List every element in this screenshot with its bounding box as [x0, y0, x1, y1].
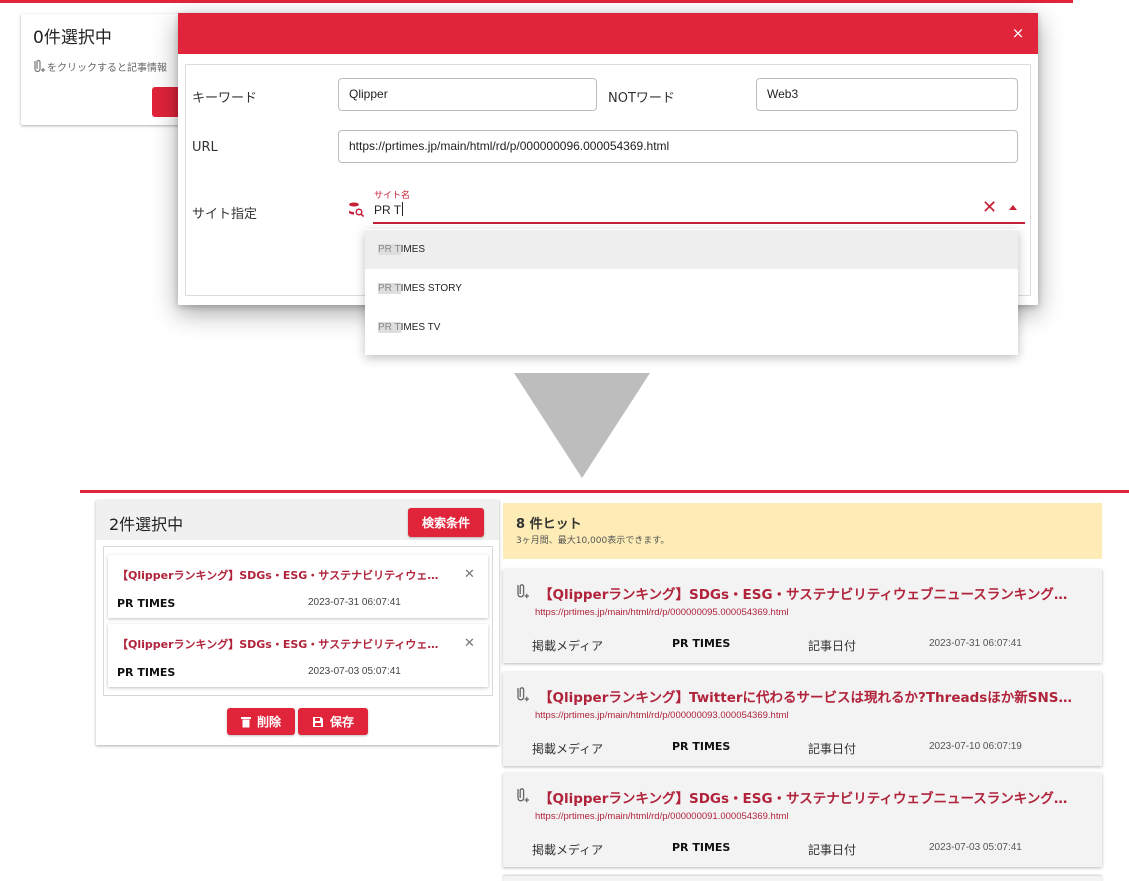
paperclip-add-icon[interactable]	[513, 786, 529, 804]
result-card[interactable]: 【Qlipperランキング】Twitterに代わるサービスは現れるか?Threa…	[503, 672, 1102, 766]
site-option[interactable]: PR TIMES STORY	[365, 269, 1018, 308]
save-button[interactable]: 保存	[298, 708, 368, 735]
result-card[interactable]: 【Qlipperランキング】SDGs・ESG・サステナビリティウェブニュースラン…	[503, 569, 1102, 663]
close-icon[interactable]: ×	[1010, 25, 1026, 41]
date-label: 記事日付	[808, 742, 857, 756]
media-label: 掲載メディア	[532, 843, 604, 857]
option-rest: IMES STORY	[400, 283, 462, 294]
date-label: 記事日付	[808, 639, 857, 653]
result-title[interactable]: 【Qlipperランキング】Twitterに代わるサービスは現れるか?Threa…	[539, 686, 1079, 706]
selected-item-date: 2023-07-03 05:07:41	[308, 666, 401, 677]
keyword-label: キーワード	[192, 91, 258, 106]
dialog-header: ×	[178, 13, 1038, 54]
site-name-input-text: PR T	[374, 203, 402, 217]
result-url[interactable]: https://prtimes.jp/main/html/rd/p/000000…	[535, 811, 789, 822]
result-title[interactable]: 【Qlipperランキング】SDGs・ESG・サステナビリティウェブニュースラン…	[539, 583, 1079, 603]
result-media: PR TIMES	[672, 740, 731, 753]
selected-item-title: 【Qlipperランキング】SDGs・ESG・サステナビリティウェブニュースラン…	[117, 638, 447, 651]
clip-hint-text: をクリックすると記事情報	[47, 62, 167, 74]
url-label: URL	[192, 140, 218, 155]
search-conditions-button[interactable]: 検索条件	[408, 508, 484, 537]
site-option[interactable]: PR TIMES TV	[365, 308, 1018, 347]
hit-count-banner: 8 件ヒット 3ヶ月間、最大10,000表示できます。	[503, 503, 1102, 559]
selected-item-date: 2023-07-31 06:07:41	[308, 597, 401, 608]
selection-panel-before: 0件選択中 をクリックすると記事情報	[21, 14, 193, 125]
notword-label: NOTワード	[608, 91, 675, 106]
trash-icon	[240, 716, 251, 727]
date-label: 記事日付	[808, 843, 857, 857]
remove-icon[interactable]: ✕	[464, 567, 475, 582]
option-match: PR T	[378, 244, 401, 255]
result-url[interactable]: https://prtimes.jp/main/html/rd/p/000000…	[535, 710, 789, 721]
url-input[interactable]: https://prtimes.jp/main/html/rd/p/000000…	[338, 130, 1018, 163]
site-input-underline	[373, 222, 1025, 224]
save-button-label: 保存	[329, 715, 354, 729]
selected-item[interactable]: 【Qlipperランキング】SDGs・ESG・サステナビリティウェブニュースラン…	[108, 555, 488, 618]
result-date: 2023-07-10 06:07:19	[929, 741, 1022, 752]
selected-item-media: PR TIMES	[117, 597, 176, 610]
database-search-icon	[349, 202, 364, 217]
clear-icon[interactable]: ✕	[982, 199, 997, 217]
paperclip-add-icon	[34, 59, 45, 73]
delete-button-label: 削除	[256, 715, 281, 729]
selected-item[interactable]: 【Qlipperランキング】SDGs・ESG・サステナビリティウェブニュースラン…	[108, 624, 488, 687]
keyword-input[interactable]: Qlipper	[338, 78, 597, 111]
result-media: PR TIMES	[672, 841, 731, 854]
selected-items-list: 【Qlipperランキング】SDGs・ESG・サステナビリティウェブニュースラン…	[103, 546, 493, 696]
clip-hint: をクリックすると記事情報	[31, 58, 167, 74]
paperclip-add-icon[interactable]	[513, 685, 529, 703]
flow-arrow	[514, 373, 650, 478]
result-media: PR TIMES	[672, 637, 731, 650]
option-rest: IMES	[400, 244, 426, 255]
site-label: サイト指定	[192, 207, 258, 222]
option-rest: IMES TV	[400, 322, 441, 333]
result-card[interactable]: 【Qlipperランキング】SDGs・ESG・サステナビリティウェブニュースラン…	[503, 773, 1102, 867]
top-accent-line	[0, 0, 1073, 3]
result-url[interactable]: https://prtimes.jp/main/html/rd/p/000000…	[535, 607, 789, 618]
save-icon	[312, 716, 323, 727]
site-option[interactable]: PR TIMES	[365, 230, 1018, 269]
site-name-input[interactable]: PR T	[374, 202, 404, 217]
selected-item-media: PR TIMES	[117, 666, 176, 679]
delete-button[interactable]: 削除	[227, 708, 295, 735]
selection-header: 2件選択中 検索条件	[96, 500, 499, 540]
result-card-partial	[503, 876, 1102, 881]
result-date: 2023-07-31 06:07:41	[929, 638, 1022, 649]
media-label: 掲載メディア	[532, 639, 604, 653]
site-name-caption: サイト名	[374, 191, 411, 201]
bottom-accent-line	[80, 490, 1129, 493]
text-caret	[402, 202, 404, 216]
remove-icon[interactable]: ✕	[464, 636, 475, 651]
site-autocomplete-list: PR TIMES PR TIMES STORY PR TIMES TV	[365, 229, 1018, 355]
selection-count-title: 0件選択中	[33, 28, 112, 48]
selection-count-title: 2件選択中	[109, 515, 184, 534]
notword-input[interactable]: Web3	[756, 78, 1018, 111]
option-match: PR T	[378, 322, 401, 333]
option-match: PR T	[378, 283, 401, 294]
paperclip-add-icon[interactable]	[513, 582, 529, 600]
selected-item-title: 【Qlipperランキング】SDGs・ESG・サステナビリティウェブニュースラン…	[117, 569, 447, 582]
hit-count: 8 件ヒット	[516, 517, 582, 532]
result-title[interactable]: 【Qlipperランキング】SDGs・ESG・サステナビリティウェブニュースラン…	[539, 787, 1079, 807]
selection-panel-after: 2件選択中 検索条件 【Qlipperランキング】SDGs・ESG・サステナビリ…	[96, 500, 499, 745]
chevron-up-icon[interactable]	[1009, 205, 1017, 210]
result-date: 2023-07-03 05:07:41	[929, 842, 1022, 853]
media-label: 掲載メディア	[532, 742, 604, 756]
hit-limit-note: 3ヶ月間、最大10,000表示できます。	[516, 536, 670, 546]
